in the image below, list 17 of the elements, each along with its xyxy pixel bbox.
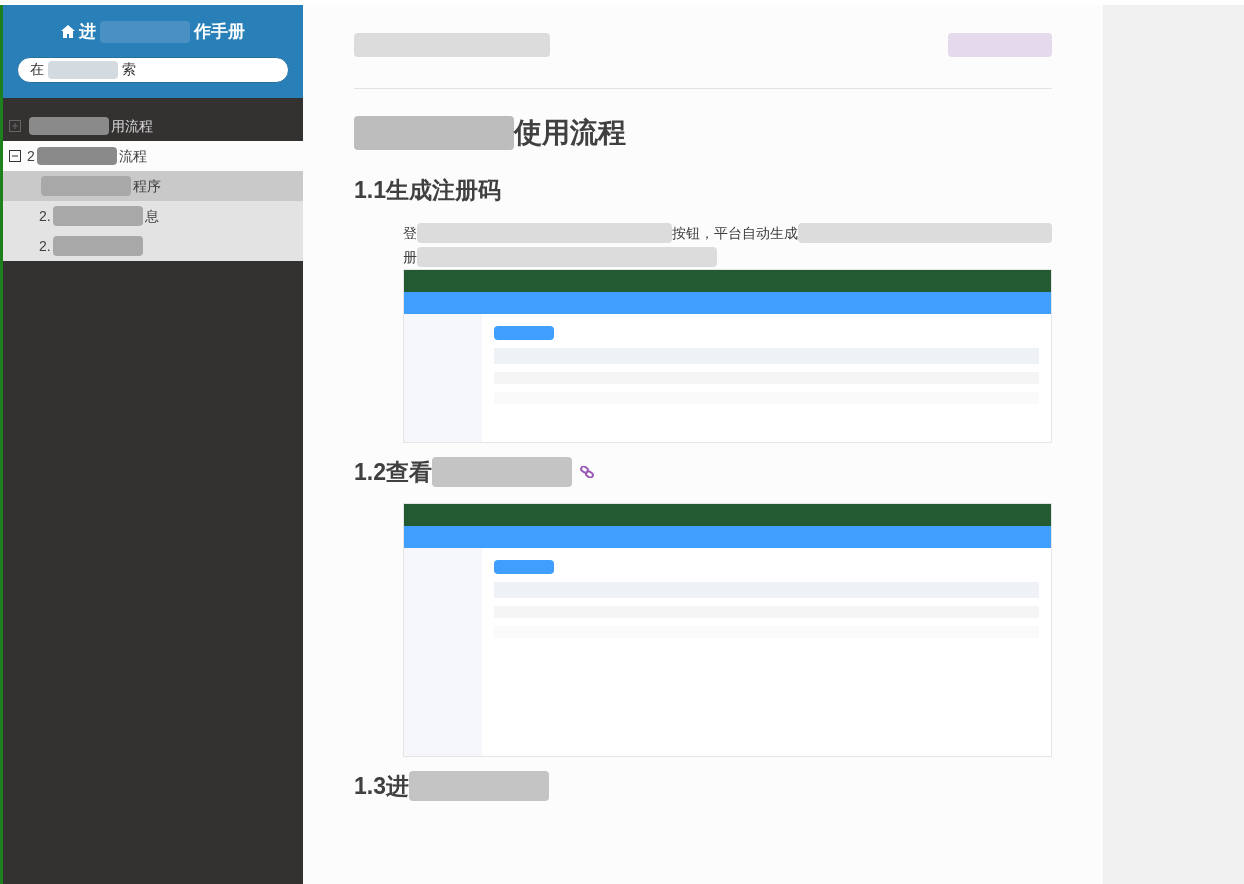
link-icon[interactable] xyxy=(580,466,594,478)
paragraph: 册 xyxy=(354,245,1052,269)
manual-title[interactable]: 进 作手册 xyxy=(79,19,245,45)
nav-subitem[interactable]: 2. 息 xyxy=(3,201,303,231)
expand-icon[interactable] xyxy=(9,120,21,132)
nav-subitem[interactable]: 2. xyxy=(3,231,303,261)
nav-subitem[interactable]: 程序 xyxy=(3,171,303,201)
section-heading: 1.2查看 xyxy=(354,455,1052,489)
page-heading: 使用流程 xyxy=(354,113,1052,153)
home-icon[interactable] xyxy=(61,25,75,39)
section-heading: 1.1生成注册码 xyxy=(354,175,502,205)
search-field[interactable]: 在 索 xyxy=(17,56,289,83)
redacted-block xyxy=(48,60,118,79)
nav-item[interactable]: 2 流程 xyxy=(3,141,303,171)
paragraph: 登 按钮，平台自动生成 xyxy=(354,221,1052,245)
collapse-icon[interactable] xyxy=(9,150,21,162)
section-heading: 1.3进 xyxy=(354,769,1052,803)
